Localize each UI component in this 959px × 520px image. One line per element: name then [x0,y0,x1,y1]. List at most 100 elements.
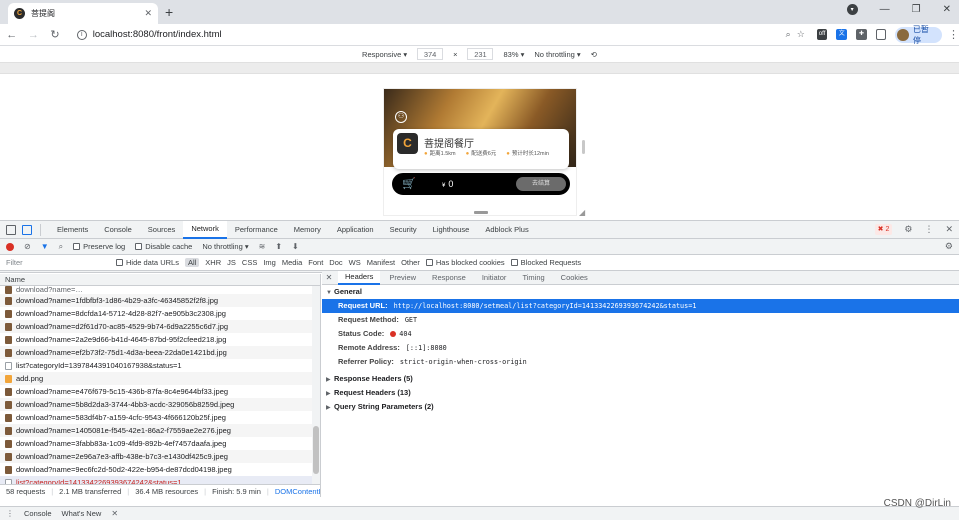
table-row[interactable]: download?name=2e96a7e3-affb-438e-b7c3-e1… [0,450,312,463]
request-method-row[interactable]: Request Method: GET [322,313,959,327]
settings-gear-icon[interactable]: ⚙ [904,224,912,235]
request-headers-section[interactable]: ▶ Request Headers (13) [322,386,959,400]
tab-performance[interactable]: Performance [227,221,286,239]
filter-type-css[interactable]: CSS [242,258,257,267]
network-conditions-icon[interactable]: ≋ [259,242,266,251]
filter-type-manifest[interactable]: Manifest [367,258,395,267]
scrollbar-thumb[interactable] [313,426,319,474]
tab-application[interactable]: Application [329,221,382,239]
blocked-requests-checkbox[interactable]: Blocked Requests [510,258,581,267]
disable-cache-box[interactable] [135,243,143,250]
checkout-button[interactable]: 去结算 [516,177,566,191]
tab-preview[interactable]: Preview [382,271,423,285]
tab-adblock-plus[interactable]: Adblock Plus [477,221,536,239]
request-list-scrollbar[interactable] [312,286,320,486]
status-code-row[interactable]: Status Code: 404 [322,327,959,341]
blocked-cookies-box[interactable] [425,259,433,266]
cart-icon[interactable]: 🛒 [402,177,418,191]
viewport-width-input[interactable]: 374 [417,48,444,60]
minimize-icon[interactable]: — [880,4,890,15]
table-row[interactable]: download?name=… [0,286,312,294]
tab-cookies[interactable]: Cookies [554,271,595,285]
site-info-icon[interactable]: i [76,29,87,40]
preserve-log-checkbox[interactable]: Preserve log [73,242,125,251]
import-har-icon[interactable]: ⬆ [275,242,282,251]
table-row[interactable]: download?name=d2f61d70-ac85-4529-9b74-6d… [0,320,312,333]
tab-close-icon[interactable]: ✕ [144,8,152,19]
viewport-height-input[interactable]: 231 [467,48,494,60]
tab-response[interactable]: Response [425,271,473,285]
network-throttling-select[interactable]: No throttling ▾ [202,242,248,251]
sidebar-icon[interactable] [875,29,887,40]
profile-button[interactable]: 已暂停 [895,25,942,45]
table-row[interactable]: download?name=1fdbfbf3-1d86-4b29-a3fc-46… [0,294,312,307]
tab-search-icon[interactable]: ▾ [846,4,858,15]
drawer-tab-close-icon[interactable]: ✕ [111,509,118,518]
tab-timing[interactable]: Timing [515,271,551,285]
tab-sources[interactable]: Sources [140,221,184,239]
tab-network[interactable]: Network [183,220,227,239]
preserve-log-box[interactable] [73,243,81,250]
error-count-badge[interactable]: ✖ 2 [874,224,893,235]
hide-data-urls-box[interactable] [116,259,123,266]
page-scrollbar[interactable] [582,140,585,154]
maximize-icon[interactable]: ❐ [912,4,921,15]
table-row[interactable]: download?name=e476f679-5c15-436b-87fa-8c… [0,385,312,398]
tab-console[interactable]: Console [96,221,140,239]
filter-funnel-icon[interactable]: ▼ [41,242,49,251]
filter-type-ws[interactable]: WS [349,258,361,267]
filter-input[interactable]: Filter [6,258,110,267]
export-har-icon[interactable]: ⬇ [292,242,299,251]
blocked-requests-box[interactable] [510,259,518,266]
rotate-icon[interactable]: ⟲ [591,50,597,59]
table-row[interactable]: download?name=3fabb83a-1c09-4fd9-892b-4e… [0,437,312,450]
browser-menu-icon[interactable]: ⋮ [948,28,959,41]
reload-icon[interactable]: ↻ [45,28,65,41]
filter-type-js[interactable]: JS [227,258,236,267]
disable-cache-checkbox[interactable]: Disable cache [135,242,192,251]
back-icon[interactable]: ← [2,29,22,41]
filter-type-xhr[interactable]: XHR [205,258,221,267]
zoom-icon[interactable]: ⌕ [786,29,791,40]
table-row[interactable]: download?name=1405081e-f545-42e1-86a2-f7… [0,424,312,437]
zoom-select[interactable]: 83% ▾ [503,50,524,59]
new-tab-button[interactable]: + [165,4,173,20]
filter-type-doc[interactable]: Doc [329,258,342,267]
table-row[interactable]: download?name=ef2b73f2-75d1-4d3a-beea-22… [0,346,312,359]
tab-security[interactable]: Security [382,221,425,239]
table-row[interactable]: download?name=583df4b7-a159-4cfc-9543-4f… [0,411,312,424]
table-row[interactable]: list?categoryId=1397844391040167938&stat… [0,359,312,372]
tab-headers[interactable]: Headers [338,270,381,285]
tab-elements[interactable]: Elements [49,221,96,239]
remote-address-row[interactable]: Remote Address: [::1]:8080 [322,341,959,355]
device-throttle-select[interactable]: No throttling ▾ [534,50,580,59]
window-close-icon[interactable]: ✕ [943,4,951,15]
search-icon[interactable]: ⌕ [59,242,63,252]
tab-lighthouse[interactable]: Lighthouse [425,221,478,239]
inspect-element-icon[interactable] [6,224,16,235]
url-text[interactable]: localhost:8080/front/index.html [93,29,780,40]
browser-tab[interactable]: C 菩提阁 ✕ [8,3,158,24]
resize-handle-icon[interactable]: ◢ [579,208,585,217]
filter-type-media[interactable]: Media [282,258,302,267]
hide-data-urls-checkbox[interactable]: Hide data URLs [116,258,179,267]
address-bar[interactable]: i localhost:8080/front/index.html ⌕ ☆ [70,25,811,44]
bookmark-star-icon[interactable]: ☆ [797,29,805,40]
device-toggle-icon[interactable] [22,224,32,235]
request-url-row[interactable]: Request URL: http://localhost:8080/setmea… [322,299,959,313]
devtools-menu-icon[interactable]: ⋮ [924,224,933,235]
filter-type-font[interactable]: Font [308,258,323,267]
drawer-menu-icon[interactable]: ⋮ [6,509,14,518]
clear-icon[interactable]: ⊘ [24,242,31,251]
extension-translate-icon[interactable]: 文 [836,29,848,40]
drawer-tab-console[interactable]: Console [24,509,52,518]
tab-memory[interactable]: Memory [286,221,329,239]
filter-type-other[interactable]: Other [401,258,420,267]
extension-off-icon[interactable]: off [816,29,828,40]
table-row[interactable]: add.png [0,372,312,385]
device-mode-select[interactable]: Responsive ▾ [362,50,407,59]
devtools-close-icon[interactable]: ✕ [945,224,953,235]
record-icon[interactable] [6,242,14,251]
table-row[interactable]: download?name=9ec6fc2d-50d2-422e-b954-de… [0,463,312,476]
general-section-header[interactable]: ▼ General [322,285,959,299]
